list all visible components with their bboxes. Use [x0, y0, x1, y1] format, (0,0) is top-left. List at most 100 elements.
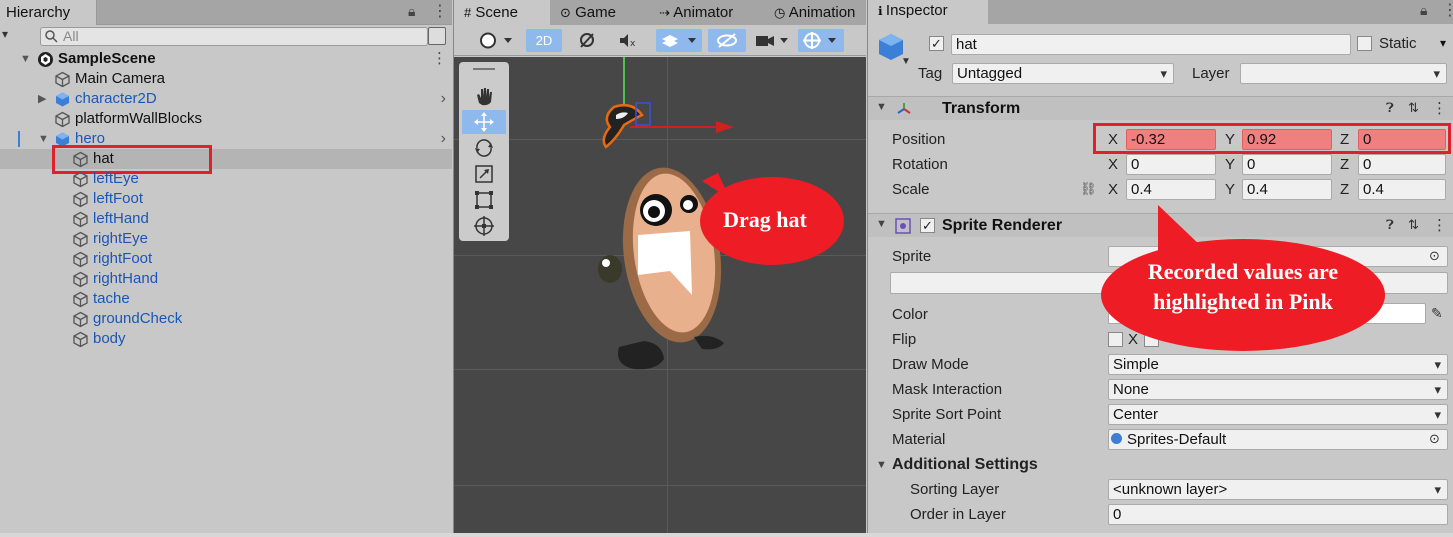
chevron-right-icon[interactable]: › [441, 129, 446, 149]
camera-settings-button[interactable] [752, 29, 792, 52]
order-in-layer-field[interactable]: 0 [1108, 504, 1448, 525]
gameobject-cube-icon [72, 231, 89, 248]
tab-hierarchy[interactable]: Hierarchy [0, 0, 97, 25]
layer-dropdown[interactable] [1240, 63, 1447, 84]
gameobject-cube-icon [72, 271, 89, 288]
hierarchy-row[interactable]: rightEye [0, 229, 452, 249]
x-axis-gizmo[interactable] [630, 119, 740, 135]
tab-scene[interactable]: # Scene [454, 0, 550, 25]
component-menu-icon[interactable]: ⋮ [1432, 216, 1447, 234]
hierarchy-row[interactable]: rightHand [0, 269, 452, 289]
sorting-layer-dropdown[interactable]: <unknown layer> [1108, 479, 1448, 500]
palette-handle[interactable] [473, 68, 495, 70]
constrain-proportions-icon[interactable]: ⛓︎ [1080, 181, 1097, 197]
hierarchy-item-label: Main Camera [75, 70, 166, 87]
hierarchy-row[interactable]: Main Camera [0, 69, 452, 89]
collapse-arrow-icon[interactable]: ▼ [876, 218, 887, 230]
hierarchy-item-label: rightFoot [93, 250, 153, 267]
rotate-tool-icon[interactable] [462, 136, 506, 160]
object-name-field[interactable]: hat [951, 34, 1351, 55]
tab-animator[interactable]: ⇢ Animator [659, 0, 733, 25]
static-dropdown-icon[interactable]: ▾ [1440, 36, 1446, 50]
hierarchy-search-row: ▾ All [0, 26, 452, 48]
more-menu-icon[interactable]: ⋮ [1442, 0, 1453, 20]
additional-settings-title[interactable]: Additional Settings [892, 456, 1038, 474]
axis-y-label: Y [1225, 156, 1236, 173]
sorting-layer-label: Sorting Layer [910, 481, 1000, 498]
more-menu-icon[interactable]: ⋮ [432, 1, 448, 21]
enabled-checkbox[interactable]: ✓ [920, 218, 935, 233]
scene-viewport[interactable]: Drag hat [454, 57, 866, 533]
move-tool-icon[interactable] [462, 110, 506, 134]
search-options-icon[interactable] [428, 27, 446, 45]
object-picker-icon[interactable]: ⊙ [1429, 248, 1440, 264]
hierarchy-row[interactable]: tache [0, 289, 452, 309]
sprite-label: Sprite [892, 248, 932, 265]
expand-arrow-icon[interactable]: ▼ [20, 49, 31, 69]
toggle-2d-button[interactable]: 2D [526, 29, 562, 52]
hierarchy-row[interactable]: leftHand [0, 209, 452, 229]
audio-mute-icon[interactable]: x [612, 29, 642, 52]
material-field[interactable]: Sprites-Default [1108, 429, 1448, 450]
scale-y-field[interactable]: 0.4 [1242, 179, 1332, 200]
rotation-z-field[interactable]: 0 [1358, 154, 1446, 175]
scale-tool-icon[interactable] [462, 162, 506, 186]
hierarchy-row[interactable]: platformWallBlocks [0, 109, 452, 129]
lighting-toggle-icon[interactable] [572, 29, 602, 52]
active-checkbox[interactable]: ✓ [929, 36, 944, 51]
scale-x-field[interactable]: 0.4 [1126, 179, 1216, 200]
scene-name: SampleScene [58, 50, 156, 67]
draw-mode-dropdown[interactable]: Simple [1108, 354, 1448, 375]
tag-dropdown[interactable]: Untagged [952, 63, 1174, 84]
hierarchy-row[interactable]: ▶ character2D › [0, 89, 452, 109]
hand-tool-icon[interactable] [462, 84, 506, 108]
expand-arrow-icon[interactable]: ▼ [38, 129, 49, 149]
static-checkbox[interactable] [1357, 36, 1372, 51]
help-icon[interactable]: ❓︎ [1386, 100, 1394, 116]
gizmos-button[interactable] [798, 29, 844, 52]
chevron-right-icon[interactable]: › [441, 89, 446, 109]
draw-mode-button[interactable] [476, 29, 518, 52]
hierarchy-row[interactable]: leftFoot [0, 189, 452, 209]
scale-z-field[interactable]: 0.4 [1358, 179, 1446, 200]
collapse-arrow-icon[interactable]: ▼ [876, 459, 887, 471]
hierarchy-row[interactable]: body [0, 329, 452, 349]
hierarchy-item-label: rightEye [93, 230, 149, 247]
lock-icon[interactable]: 🔒︎ [1420, 2, 1427, 19]
axis-z-label: Z [1340, 181, 1350, 198]
hierarchy-row[interactable]: leftEye [0, 169, 452, 189]
tab-animation[interactable]: ◷ Animation [774, 0, 855, 25]
rect-tool-icon[interactable] [462, 188, 506, 212]
add-dropdown-icon[interactable]: ▾ [2, 27, 8, 41]
rotation-x-field[interactable]: 0 [1126, 154, 1216, 175]
presets-icon[interactable]: ⇅ [1408, 217, 1419, 233]
hierarchy-row[interactable]: groundCheck [0, 309, 452, 329]
eyedropper-icon[interactable]: ✎ [1431, 305, 1443, 322]
effects-toggle-button[interactable] [656, 29, 702, 52]
hidden-objects-icon[interactable] [708, 29, 746, 52]
object-picker-icon[interactable]: ⊙ [1429, 431, 1440, 447]
icon-dropdown-arrow[interactable]: ▼ [901, 56, 911, 67]
tab-game[interactable]: ⊙ Game [560, 0, 616, 25]
order-in-layer-label: Order in Layer [910, 506, 1006, 523]
gameobject-cube-icon [72, 211, 89, 228]
grid-line [454, 485, 866, 486]
presets-icon[interactable]: ⇅ [1408, 100, 1419, 116]
grid-icon: # [464, 5, 472, 20]
hierarchy-scene-row[interactable]: ▼ SampleScene ⋮ [0, 49, 452, 69]
scene-menu-icon[interactable]: ⋮ [432, 49, 447, 69]
component-menu-icon[interactable]: ⋮ [1432, 99, 1447, 117]
expand-arrow-icon[interactable]: ▶ [38, 89, 46, 109]
transform-header[interactable]: ▼ Transform ❓︎ ⇅ ⋮ [868, 96, 1453, 120]
tab-inspector[interactable]: ℹ︎ Inspector [868, 0, 988, 24]
transform-tool-icon[interactable] [462, 214, 506, 238]
hierarchy-row[interactable]: rightFoot [0, 249, 452, 269]
hierarchy-item-label: character2D [75, 90, 157, 107]
collapse-arrow-icon[interactable]: ▼ [876, 101, 887, 113]
sprite-sort-point-dropdown[interactable]: Center [1108, 404, 1448, 425]
search-input[interactable]: All [40, 27, 428, 46]
draw-mode-label: Draw Mode [892, 356, 969, 373]
lock-icon[interactable]: 🔒︎ [408, 3, 415, 20]
rotation-y-field[interactable]: 0 [1242, 154, 1332, 175]
mask-interaction-dropdown[interactable]: None [1108, 379, 1448, 400]
